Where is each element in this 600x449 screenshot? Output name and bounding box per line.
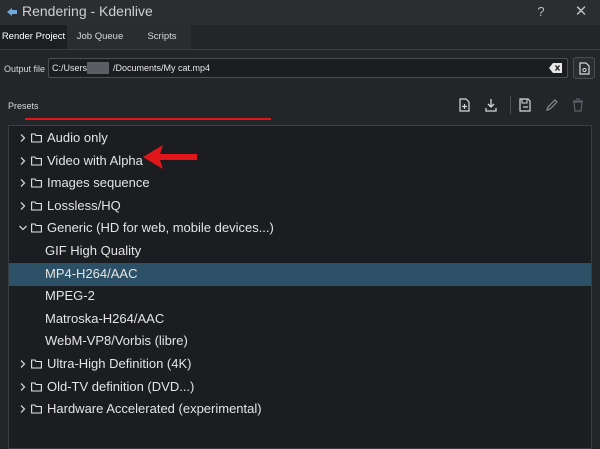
tree-preset-row[interactable]: MPEG-2 [9, 285, 591, 308]
output-file-input[interactable]: C:/Users/ /Documents/My cat.mp4 [48, 58, 568, 78]
tree-preset-row[interactable]: Matroska-H264/AAC [9, 308, 591, 331]
tree-item-label: Video with Alpha [47, 152, 143, 168]
close-button[interactable]: ✕ [569, 2, 593, 22]
help-button[interactable]: ? [529, 2, 553, 22]
tree-preset-row[interactable]: WebM-VP8/Vorbis (libre) [9, 330, 591, 353]
save-preset-icon[interactable] [517, 97, 533, 113]
tree-category-row[interactable]: Audio only [9, 127, 591, 150]
presets-label: Presets [8, 101, 39, 111]
tree-category-row[interactable]: Lossless/HQ [9, 195, 591, 218]
tree-item-label: Audio only [47, 130, 108, 145]
toolbar-separator [510, 96, 511, 114]
tree-preset-row[interactable]: GIF High Quality [9, 240, 591, 263]
redacted-username [87, 62, 109, 74]
tree-category-row[interactable]: Old-TV definition (DVD...) [9, 376, 591, 399]
tree-category-row[interactable]: Ultra-High Definition (4K) [9, 353, 591, 376]
kdenlive-app-icon [7, 8, 17, 16]
tab-bar: Render Project Job Queue Scripts [0, 25, 600, 50]
tree-category-row[interactable]: Images sequence [9, 172, 591, 195]
chevron-right-icon[interactable] [18, 404, 28, 414]
tree-category-row[interactable]: Video with Alpha [9, 150, 591, 173]
tree-item-label: Old-TV definition (DVD...) [47, 378, 195, 394]
edit-preset-icon[interactable] [544, 97, 560, 113]
tree-item-label: Images sequence [47, 175, 150, 191]
chevron-right-icon[interactable] [18, 178, 28, 188]
window-title: Rendering - Kdenlive [22, 3, 153, 19]
tab-job-queue[interactable]: Job Queue [67, 25, 133, 49]
tree-category-row[interactable]: Generic (HD for web, mobile devices...) [9, 217, 591, 240]
tree-item-label: MP4-H264/AAC [45, 265, 138, 281]
tree-item-label: GIF High Quality [45, 243, 142, 258]
chevron-right-icon[interactable] [18, 359, 28, 369]
folder-icon [31, 404, 42, 414]
presets-tree[interactable]: Audio only Video with Alpha Images sequenc… [8, 125, 592, 449]
chevron-right-icon[interactable] [18, 156, 28, 166]
tree-category-row[interactable]: Hardware Accelerated (experimental) [9, 398, 591, 421]
annotation-arrow-icon [143, 145, 197, 169]
tree-item-label: Lossless/HQ [47, 197, 121, 213]
chevron-right-icon[interactable] [18, 382, 28, 392]
output-file-label: Output file [4, 64, 46, 74]
tree-item-label: Ultra-High Definition (4K) [47, 356, 192, 371]
new-preset-icon[interactable] [456, 97, 472, 113]
folder-icon [31, 156, 42, 166]
output-path-prefix: C:/Users/ [52, 63, 90, 73]
folder-icon [31, 359, 42, 369]
tab-scripts[interactable]: Scripts [133, 25, 191, 49]
folder-icon [31, 223, 42, 233]
tree-item-label: MPEG-2 [45, 288, 95, 304]
tree-item-label: Generic (HD for web, mobile devices...) [47, 220, 274, 236]
tree-item-label: Hardware Accelerated (experimental) [47, 401, 262, 417]
folder-icon [31, 382, 42, 392]
folder-icon [31, 133, 42, 143]
download-preset-icon[interactable] [483, 97, 499, 113]
output-path-suffix: /Documents/My cat.mp4 [113, 63, 211, 73]
clear-input-icon[interactable] [549, 62, 563, 74]
chevron-down-icon[interactable] [18, 223, 28, 233]
tree-item-label: Matroska-H264/AAC [45, 310, 165, 326]
file-open-icon [579, 62, 590, 75]
tree-preset-row[interactable]: MP4-H264/AAC [9, 262, 591, 286]
chevron-right-icon[interactable] [18, 201, 28, 211]
title-bar: Rendering - Kdenlive ? ✕ [0, 0, 600, 25]
folder-icon [31, 178, 42, 188]
folder-icon [31, 201, 42, 211]
annotation-underline [25, 118, 271, 120]
delete-preset-icon[interactable] [570, 97, 586, 113]
tree-item-label: WebM-VP8/Vorbis (libre) [45, 333, 188, 349]
tab-render-project[interactable]: Render Project [0, 25, 67, 49]
browse-file-button[interactable] [573, 57, 595, 79]
chevron-right-icon[interactable] [18, 133, 28, 143]
